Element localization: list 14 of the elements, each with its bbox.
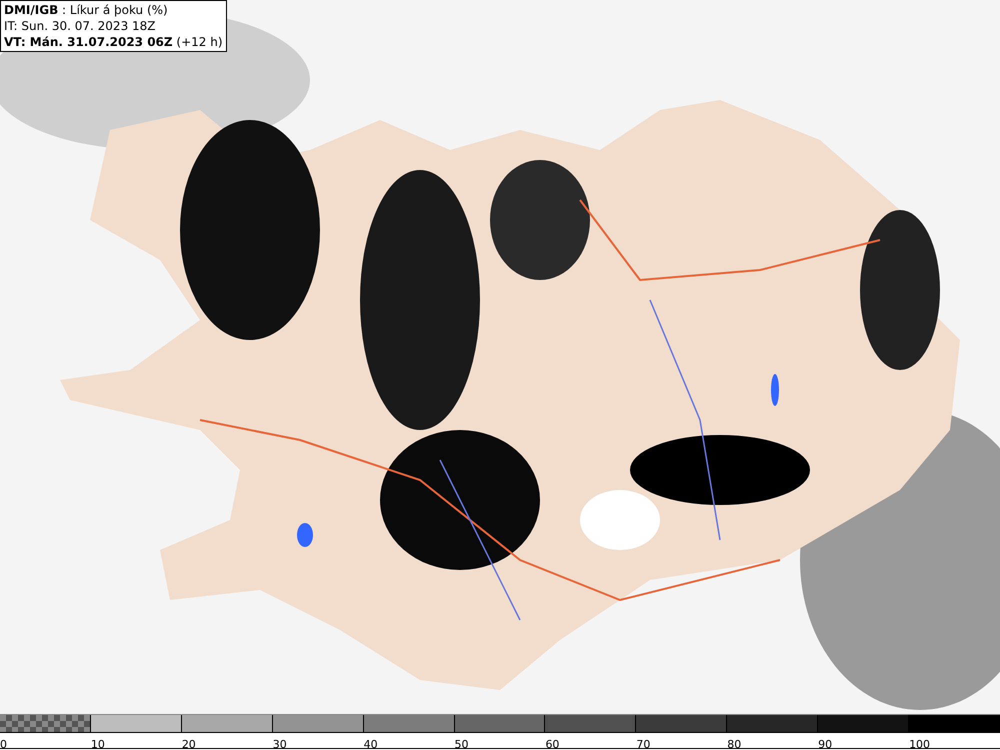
legend-label: 0 <box>0 738 7 750</box>
legend-label: 50 <box>454 738 469 750</box>
legend-label: 40 <box>364 738 378 750</box>
legend-label: 20 <box>182 738 196 750</box>
info-line: DMI/IGB : Líkur á þoku (%) <box>4 2 169 18</box>
legend-label: 80 <box>727 738 742 750</box>
legend-label: 70 <box>636 738 650 750</box>
info-line: IT: Sun. 30. 07. 2023 18Z <box>4 18 157 34</box>
legend-label: 30 <box>272 738 287 750</box>
legend-label: 90 <box>818 738 832 750</box>
legend-label: 10 <box>90 738 105 750</box>
legend-label: 60 <box>545 738 560 750</box>
info-line: VT: Mán. 31.07.2023 06Z (+12 h) <box>4 34 223 50</box>
legend-label: 100 <box>909 738 930 750</box>
